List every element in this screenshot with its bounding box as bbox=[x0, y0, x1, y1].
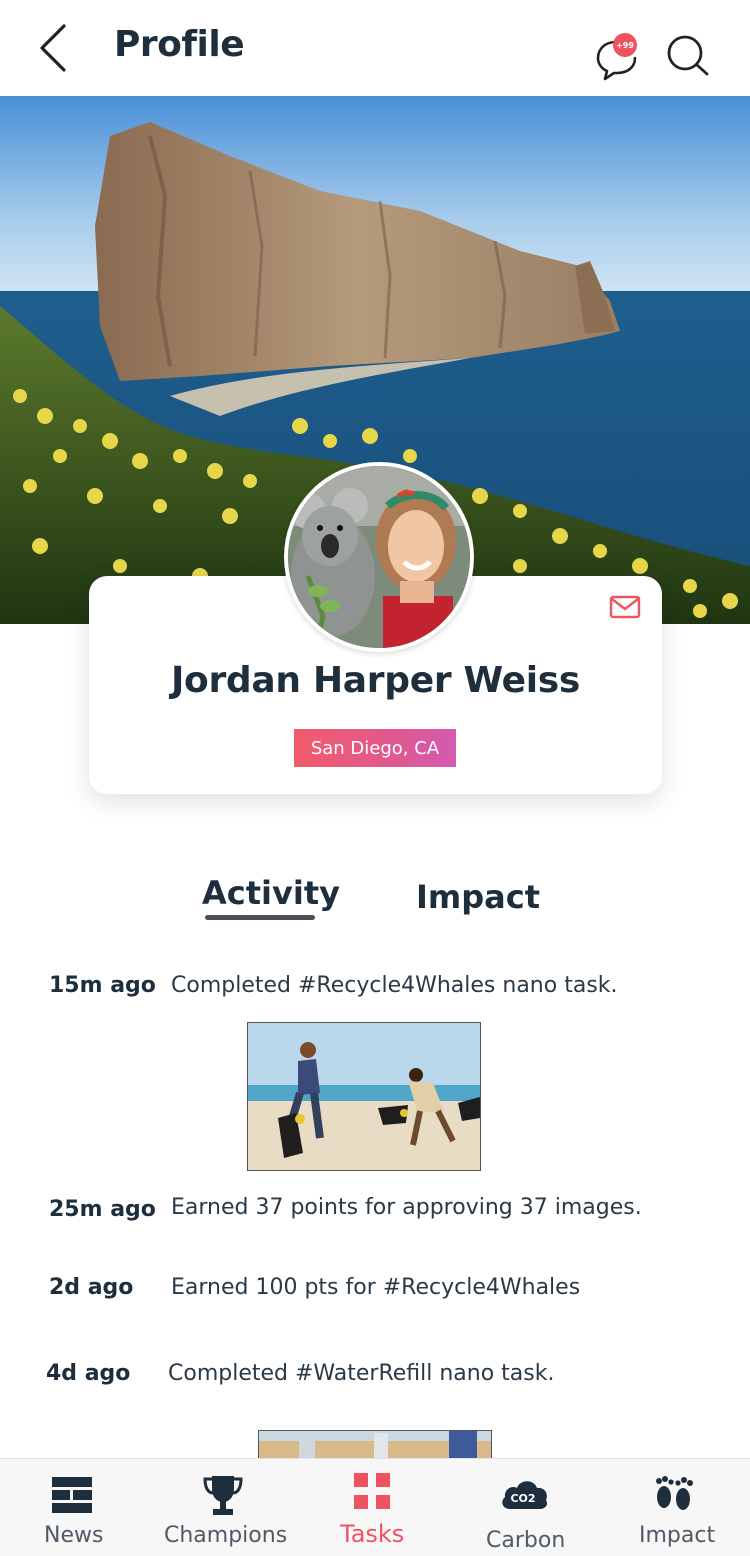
message-button[interactable] bbox=[609, 593, 641, 621]
app-header: Profile +99 bbox=[0, 0, 750, 96]
tasks-grid-icon bbox=[354, 1473, 390, 1509]
tab-impact[interactable]: Impact bbox=[416, 878, 540, 916]
activity-photo[interactable] bbox=[247, 1022, 481, 1171]
nav-carbon[interactable]: CO2 Carbon bbox=[478, 1459, 574, 1556]
activity-time: 25m ago bbox=[49, 1197, 156, 1222]
activity-text: Completed #Recycle4Whales nano task. bbox=[171, 973, 618, 998]
nav-impact[interactable]: Impact bbox=[630, 1459, 725, 1556]
activity-text: Earned 37 points for approving 37 images… bbox=[171, 1195, 642, 1220]
co2-cloud-icon: CO2 bbox=[502, 1481, 548, 1509]
news-icon bbox=[52, 1477, 92, 1513]
nav-label: Carbon bbox=[486, 1528, 566, 1553]
tab-activity[interactable]: Activity bbox=[202, 874, 340, 912]
activity-photo[interactable] bbox=[258, 1430, 492, 1460]
activity-text: Completed #WaterRefill nano task. bbox=[168, 1361, 555, 1386]
active-tab-indicator bbox=[205, 915, 315, 920]
footprints-icon bbox=[656, 1476, 693, 1510]
back-button[interactable] bbox=[34, 22, 74, 74]
nav-news[interactable]: News bbox=[22, 1459, 122, 1556]
activity-text: Earned 100 pts for #Recycle4Whales bbox=[171, 1275, 581, 1300]
search-icon bbox=[667, 35, 709, 76]
nav-tasks[interactable]: Tasks bbox=[330, 1459, 420, 1556]
nav-label: News bbox=[44, 1523, 104, 1548]
nav-label: Champions bbox=[164, 1523, 288, 1548]
chevron-left-icon bbox=[40, 24, 66, 72]
nav-label: Impact bbox=[639, 1523, 716, 1548]
notification-badge: +99 bbox=[613, 33, 637, 57]
activity-time: 2d ago bbox=[49, 1275, 134, 1300]
search-button[interactable] bbox=[664, 32, 712, 80]
bottom-navigation: News Champions Tasks CO2 Carbon Impact bbox=[0, 1458, 750, 1556]
activity-time: 15m ago bbox=[49, 973, 156, 998]
mail-icon bbox=[609, 595, 641, 619]
trophy-icon bbox=[203, 1476, 243, 1515]
profile-name: Jordan Harper Weiss bbox=[170, 660, 581, 701]
nav-label: Tasks bbox=[340, 1520, 405, 1548]
page-title: Profile bbox=[114, 24, 245, 65]
avatar[interactable] bbox=[284, 462, 474, 652]
activity-time: 4d ago bbox=[46, 1361, 131, 1386]
co2-label: CO2 bbox=[510, 1492, 535, 1505]
nav-champions[interactable]: Champions bbox=[160, 1459, 288, 1556]
location-badge: San Diego, CA bbox=[294, 729, 456, 767]
